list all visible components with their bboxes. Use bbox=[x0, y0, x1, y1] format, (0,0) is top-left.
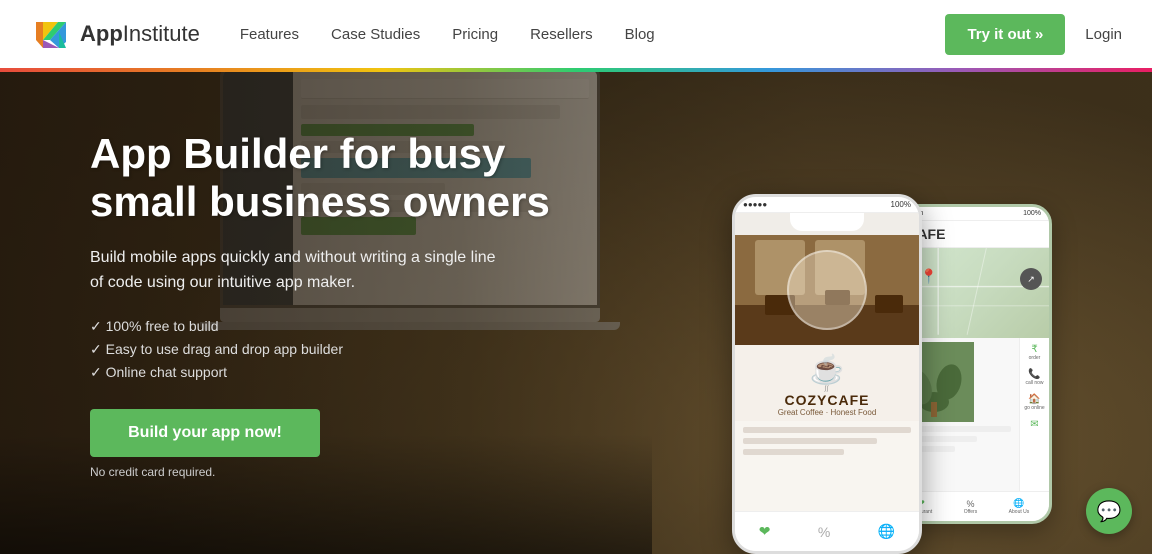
white-status-left: ●●●●● bbox=[743, 200, 767, 209]
nav-case-studies[interactable]: Case Studies bbox=[331, 26, 420, 43]
logo-area: AppInstitute bbox=[30, 12, 200, 56]
nav: Features Case Studies Pricing Resellers … bbox=[240, 26, 946, 43]
phone-bottom-bar: ❤ % 🌐 bbox=[735, 511, 919, 551]
feature-3: ✓ Online chat support bbox=[90, 364, 590, 381]
bottom-icon-3: 🌐 bbox=[878, 523, 895, 540]
map-pin-icon: 📍 bbox=[920, 268, 937, 285]
hero-features: ✓ 100% free to build ✓ Easy to use drag … bbox=[90, 318, 590, 381]
hero-title: App Builder for busy small business owne… bbox=[90, 130, 590, 227]
sidebar-icon-4: ✉ bbox=[1030, 419, 1038, 430]
nav-pricing[interactable]: Pricing bbox=[452, 26, 498, 43]
header: AppInstitute Features Case Studies Prici… bbox=[0, 0, 1152, 68]
cafe-name: COZYCAFE bbox=[785, 392, 870, 408]
share-button[interactable]: ↗ bbox=[1020, 268, 1042, 290]
chat-bubble-button[interactable]: 💬 bbox=[1086, 488, 1132, 534]
try-it-out-button[interactable]: Try it out » bbox=[945, 14, 1065, 55]
phones-area: 9:28 am 100% YCAFE 📍 bbox=[692, 68, 1072, 554]
hero-subtitle: Build mobile apps quickly and without wr… bbox=[90, 245, 510, 296]
build-app-button[interactable]: Build your app now! bbox=[90, 409, 320, 457]
coffee-cup-icon: ☕ bbox=[810, 353, 845, 386]
nav-features[interactable]: Features bbox=[240, 26, 299, 43]
cafe-logo-area: ☕ ʃʃ COZYCAFE Great Coffee · Honest Food bbox=[735, 345, 919, 421]
cafe-image bbox=[735, 235, 919, 345]
sidebar-icon-2: 📞 call now bbox=[1025, 369, 1043, 386]
phone-notch bbox=[790, 213, 864, 231]
feature-2: ✓ Easy to use drag and drop app builder bbox=[90, 341, 590, 358]
logo-text: AppInstitute bbox=[80, 21, 200, 47]
hero-section: App Builder for busy small business owne… bbox=[0, 0, 1152, 554]
logo-icon bbox=[30, 12, 74, 56]
bottom-icon-2: % bbox=[818, 524, 830, 540]
chat-icon: 💬 bbox=[1097, 499, 1122, 524]
nav-blog[interactable]: Blog bbox=[625, 26, 655, 43]
login-link[interactable]: Login bbox=[1085, 26, 1122, 43]
nav-resellers[interactable]: Resellers bbox=[530, 26, 593, 43]
header-right: Try it out » Login bbox=[945, 14, 1122, 55]
rainbow-bar bbox=[0, 68, 1152, 72]
phone-white: ●●●●● 100% bbox=[732, 194, 922, 554]
cafe-tagline: Great Coffee · Honest Food bbox=[778, 408, 877, 417]
green-sidebar: ₹ order 📞 call now 🏠 go online ✉ bbox=[1019, 338, 1049, 491]
white-phone-screen: ●●●●● 100% bbox=[735, 197, 919, 551]
feature-1: ✓ 100% free to build bbox=[90, 318, 590, 335]
sidebar-icon-3: 🏠 go online bbox=[1024, 394, 1044, 411]
hero-content: App Builder for busy small business owne… bbox=[90, 130, 590, 479]
white-status-right: 100% bbox=[891, 200, 911, 209]
no-credit-text: No credit card required. bbox=[90, 465, 590, 479]
sidebar-icon-1: ₹ order bbox=[1029, 344, 1041, 361]
bottom-icon-1: ❤ bbox=[759, 523, 771, 540]
